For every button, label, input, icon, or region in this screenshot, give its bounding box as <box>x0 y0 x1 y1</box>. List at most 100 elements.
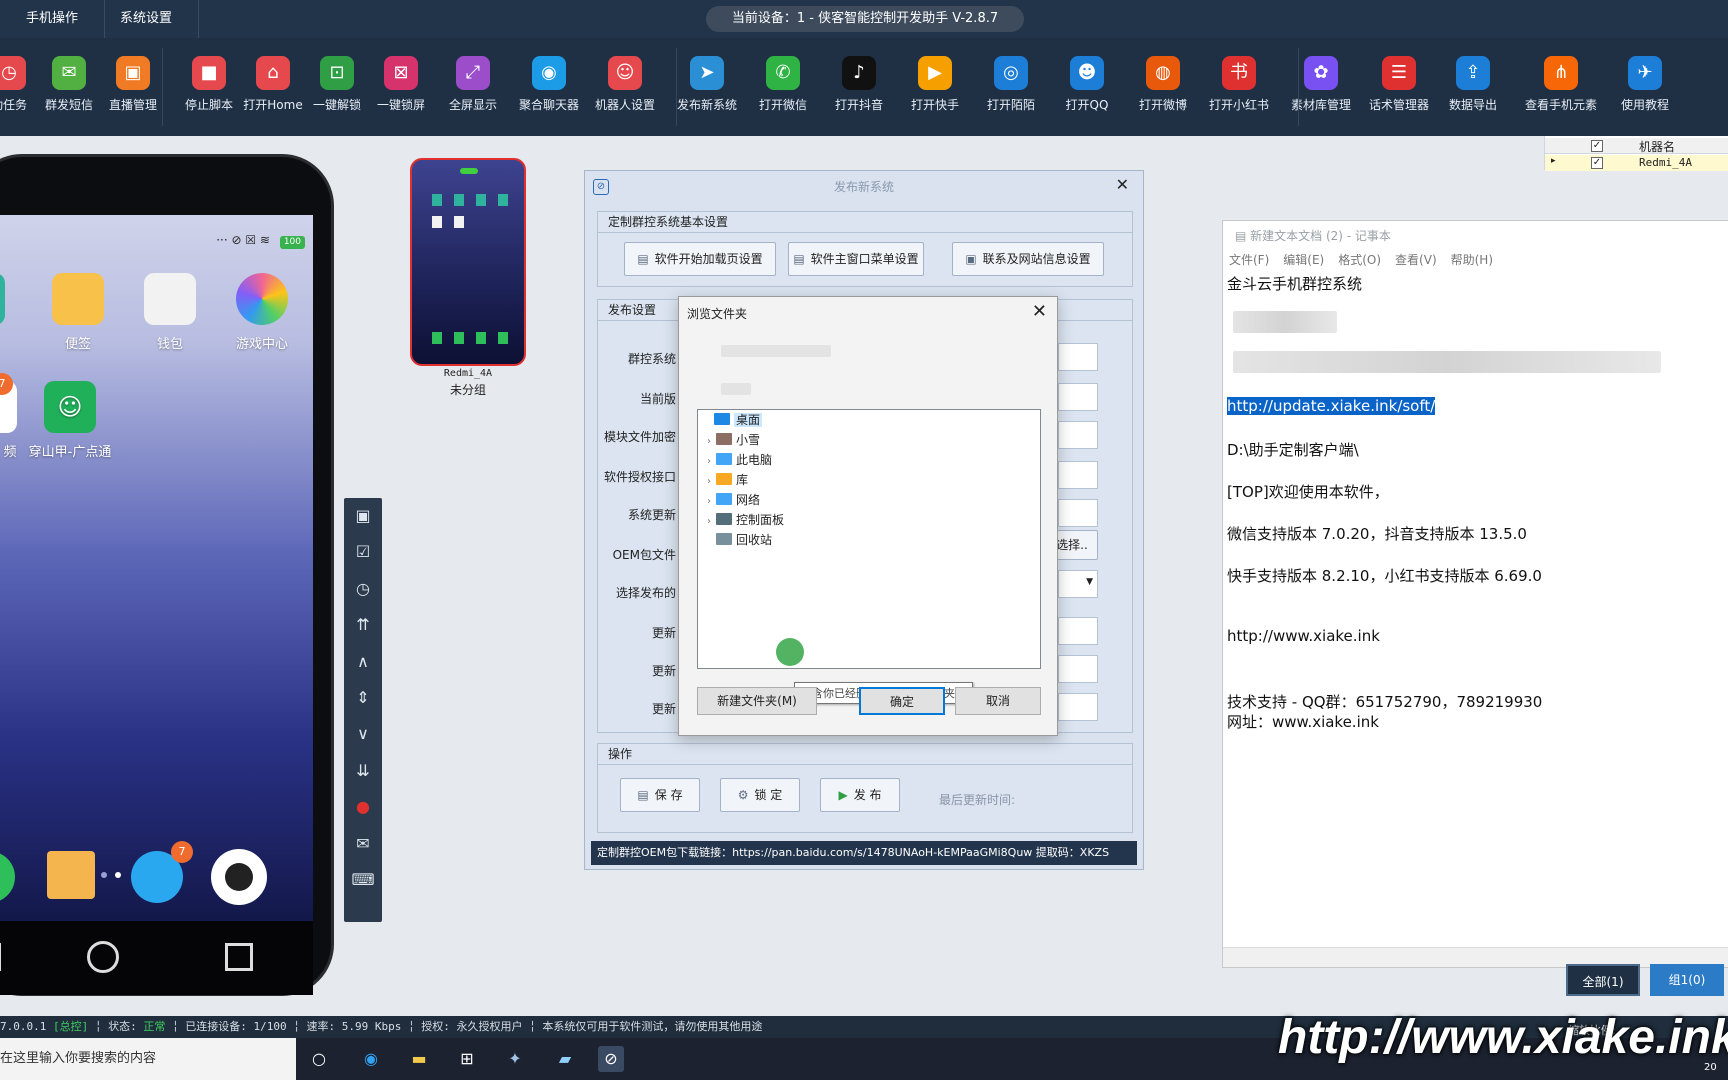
phone-dial-icon[interactable] <box>0 851 15 903</box>
publish-field-input[interactable] <box>1058 617 1098 645</box>
all-group-button[interactable]: 全部(1) <box>1566 964 1640 996</box>
up-down-icon[interactable]: ⇕ <box>344 680 382 716</box>
folder-tree[interactable]: 回收站›控制面板›网络›库›此电脑›小雪桌面 包含你已经删除的文件和文件夹。 <box>697 409 1041 704</box>
device-thumbnail[interactable] <box>410 158 526 366</box>
publish-field-input[interactable] <box>1058 655 1098 683</box>
tab-system-settings[interactable]: 系统设置 <box>94 0 200 38</box>
phone-screen[interactable]: ··· ⊘ ☒ ≋ 100 便签 钱包 游戏中心 频 7 ☺ 穿山甲-广点通 7 <box>0 215 313 921</box>
message-icon[interactable]: ✉ <box>344 826 382 862</box>
clock-icon[interactable]: ◷ <box>344 571 382 607</box>
toolbar-button-21[interactable]: ⋔ 查看手机元素 <box>1522 56 1600 113</box>
tree-item[interactable]: › 小雪 <box>702 430 760 450</box>
taskbar-search-input[interactable]: 在这里输入你要搜索的内容 <box>0 1038 296 1080</box>
toolbar-button-11[interactable]: ✆ 打开微信 <box>744 56 822 113</box>
new-folder-button[interactable]: 新建文件夹(M) <box>697 687 817 715</box>
tree-item[interactable]: › 网络 <box>702 490 760 510</box>
publish-field-input[interactable] <box>1058 383 1098 411</box>
keyboard-icon[interactable]: ⌨ <box>344 862 382 898</box>
tree-item[interactable]: › 此电脑 <box>702 450 772 470</box>
app-wallet[interactable]: 钱包 <box>122 273 218 352</box>
app-icon[interactable]: ✦ <box>502 1046 528 1072</box>
tree-item[interactable]: 回收站 <box>702 530 772 550</box>
app-pangle[interactable]: ☺ 穿山甲-广点通 <box>22 381 118 460</box>
record-dot-icon[interactable]: ● <box>344 789 382 825</box>
group1-button[interactable]: 组1(0) <box>1650 964 1724 996</box>
double-up-icon[interactable]: ⇈ <box>344 607 382 643</box>
toolbar-button-22[interactable]: ✈ 使用教程 <box>1606 56 1684 113</box>
notepad-menu-item[interactable]: 帮助(H) <box>1451 253 1493 267</box>
close-icon[interactable]: ✕ <box>1116 175 1129 194</box>
home-circle-icon[interactable] <box>87 941 119 973</box>
double-down-icon[interactable]: ⇊ <box>344 753 382 789</box>
notepad-menu-item[interactable]: 格式(O) <box>1338 253 1381 267</box>
task-view-icon[interactable]: ○ <box>306 1046 332 1072</box>
recents-icon[interactable] <box>225 943 253 971</box>
edge-icon[interactable]: ◉ <box>358 1046 384 1072</box>
chevron-right-icon[interactable]: › <box>702 472 716 492</box>
toolbar-button-16[interactable]: ◍ 打开微博 <box>1124 56 1202 113</box>
toolbar-button-8[interactable]: ◉ 聚合聊天器 <box>510 56 588 113</box>
record-icon[interactable]: ▣ <box>344 498 382 534</box>
app-game-center[interactable]: 游戏中心 <box>214 273 310 352</box>
toolbar-button-10[interactable]: ➤ 发布新系统 <box>668 56 746 113</box>
publish-button[interactable]: ▶ 发 布 <box>820 778 900 812</box>
tree-item[interactable]: › 控制面板 <box>702 510 784 530</box>
publish-field-input[interactable] <box>1058 499 1098 527</box>
file-explorer-icon[interactable]: ▬ <box>406 1046 432 1072</box>
notepad-taskbar-icon[interactable]: ▰ <box>552 1046 578 1072</box>
device-checkbox[interactable]: ✓ <box>1591 157 1603 169</box>
toolbar-button-12[interactable]: ♪ 打开抖音 <box>820 56 898 113</box>
toolbar-button-19[interactable]: ☰ 话术管理器 <box>1360 56 1438 113</box>
dock-message-icon[interactable] <box>47 851 95 899</box>
toolbar-button-2[interactable]: ▣ 直播管理 <box>94 56 172 113</box>
tab-phone-operation[interactable]: 手机操作 <box>0 0 106 38</box>
close-icon[interactable]: ✕ <box>1032 301 1047 322</box>
chevron-right-icon[interactable]: › <box>702 452 716 472</box>
contact-settings-button[interactable]: ▣ 联系及网站信息设置 <box>952 242 1104 276</box>
publish-field-input[interactable] <box>1058 693 1098 721</box>
notepad-menu-item[interactable]: 文件(F) <box>1229 253 1269 267</box>
notepad-selected-url[interactable]: http://update.xiake.ink/soft/ <box>1227 397 1436 415</box>
toolbar-button-14[interactable]: ◎ 打开陌陌 <box>972 56 1050 113</box>
save-button[interactable]: ▤ 保 存 <box>620 778 700 812</box>
tree-item[interactable]: 桌面 <box>700 410 763 430</box>
checkbox-icon[interactable]: ☑ <box>344 534 382 570</box>
loading-page-settings-button[interactable]: ▤ 软件开始加载页设置 <box>624 242 776 276</box>
store-icon[interactable]: ⊞ <box>454 1046 480 1072</box>
toolbar-button-20[interactable]: ⇪ 数据导出 <box>1434 56 1512 113</box>
main-menu-settings-button[interactable]: ▤ 软件主窗口菜单设置 <box>788 242 924 276</box>
notepad-menu-item[interactable]: 编辑(E) <box>1283 253 1324 267</box>
phone-mirror[interactable]: ··· ⊘ ☒ ≋ 100 便签 钱包 游戏中心 频 7 ☺ 穿山甲-广点通 7 <box>0 154 334 996</box>
tree-item[interactable]: › 库 <box>702 470 748 490</box>
publish-field-input[interactable] <box>1058 461 1098 489</box>
notepad-menu-item[interactable]: 查看(V) <box>1395 253 1437 267</box>
ok-button[interactable]: 确定 <box>859 687 945 715</box>
down-icon[interactable]: ∨ <box>344 716 382 752</box>
device-row[interactable]: ▸ ✓ Redmi_4A <box>1545 155 1728 171</box>
chevron-right-icon[interactable]: › <box>702 492 716 512</box>
cancel-button[interactable]: 取消 <box>955 687 1041 715</box>
chevron-right-icon[interactable]: › <box>702 512 716 532</box>
toolbar-button-17[interactable]: 书打开小红书 <box>1200 56 1278 113</box>
main-toolbar: ◷动任务✉群发短信▣直播管理■停止脚本⌂打开Home⊡一键解锁⊠一键锁屏⤢全屏显… <box>0 38 1728 136</box>
toolbar-button-15[interactable]: ☻ 打开QQ <box>1048 56 1126 113</box>
chevron-right-icon[interactable]: › <box>702 432 716 452</box>
toolbar-button-6[interactable]: ⊠ 一键锁屏 <box>362 56 440 113</box>
app-icon-partial[interactable] <box>0 273 27 333</box>
publish-field-input[interactable] <box>1058 421 1098 449</box>
publish-target-select[interactable]: ▼ <box>1058 570 1098 598</box>
helper-app-icon[interactable]: ⊘ <box>598 1046 624 1072</box>
toolbar-button-7[interactable]: ⤢ 全屏显示 <box>434 56 512 113</box>
publish-field-input[interactable] <box>1058 343 1098 371</box>
select-all-checkbox[interactable]: ✓ <box>1591 140 1603 152</box>
camera-icon[interactable] <box>211 849 267 905</box>
oem-download-link[interactable]: 定制群控OEM包下载链接：https://pan.baidu.com/s/147… <box>591 841 1137 865</box>
app-notes[interactable]: 便签 <box>30 273 126 352</box>
up-icon[interactable]: ∧ <box>344 644 382 680</box>
toolbar-button-9[interactable]: ☺ 机器人设置 <box>586 56 664 113</box>
toolbar-button-13[interactable]: ▶ 打开快手 <box>896 56 974 113</box>
back-icon[interactable] <box>0 943 1 971</box>
lock-button[interactable]: ⚙ 锁 定 <box>720 778 800 812</box>
operation-group: 操作 ▤ 保 存 ⚙ 锁 定 ▶ 发 布 <box>597 743 1133 833</box>
toolbar-button-18[interactable]: ✿ 素材库管理 <box>1282 56 1360 113</box>
